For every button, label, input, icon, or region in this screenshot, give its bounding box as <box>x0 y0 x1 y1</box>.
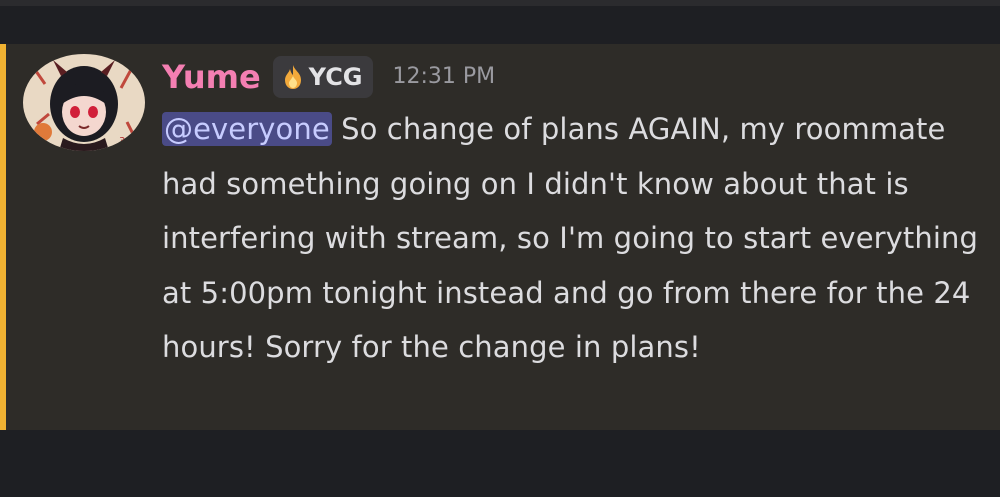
top-strip <box>0 0 1000 6</box>
clan-tag-label: YCG <box>308 63 363 91</box>
svg-text:3-4: 3-4 <box>119 136 135 147</box>
timestamp[interactable]: 12:31 PM <box>393 54 496 100</box>
clan-tag[interactable]: YCG <box>272 56 373 98</box>
anime-girl-avatar-icon: 3-4 <box>23 54 145 151</box>
mention-everyone[interactable]: @everyone <box>162 112 332 146</box>
message-header: Yume YCG 12:31 PM <box>156 54 495 100</box>
message-text: So change of plans AGAIN, my roommate ha… <box>162 112 979 364</box>
message-item[interactable]: 3-4 Yume YCG 12:31 PM @everyone So chang… <box>0 44 1000 430</box>
avatar[interactable]: 3-4 <box>23 54 145 151</box>
flame-badge-icon <box>284 65 301 89</box>
chat-bottom-area <box>0 430 1000 497</box>
message-content: @everyone So change of plans AGAIN, my r… <box>162 102 992 375</box>
username[interactable]: Yume <box>162 54 261 100</box>
